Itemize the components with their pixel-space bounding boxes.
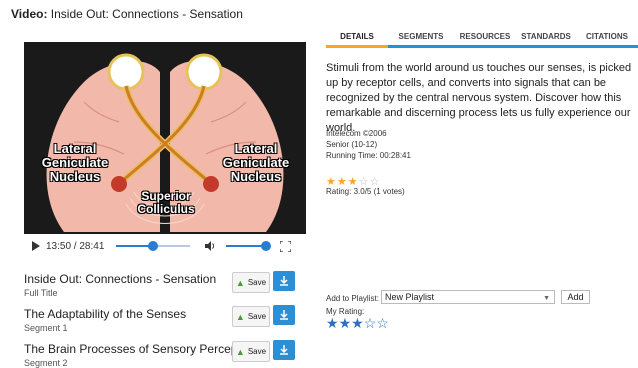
download-button[interactable] — [273, 305, 295, 325]
volume-icon[interactable] — [204, 240, 216, 252]
playlist-label: Add to Playlist: — [326, 294, 379, 303]
video-title-prefix: Video: — [11, 7, 48, 21]
list-item-subtitle: Segment 2 — [24, 358, 68, 368]
video-title: Video: Inside Out: Connections - Sensati… — [11, 7, 243, 21]
save-label: Save — [247, 347, 267, 356]
video-title-text: Inside Out: Connections - Sensation — [50, 7, 243, 21]
star-filled-icon[interactable]: ★ — [351, 315, 364, 331]
tab-resources[interactable]: RESOURCES — [454, 28, 516, 48]
tab-segments[interactable]: SEGMENTS — [388, 28, 454, 48]
save-button[interactable]: ▲ Save — [232, 341, 270, 362]
label-lateral-left: Lateral Geniculate Nucleus — [41, 141, 109, 184]
download-button[interactable] — [273, 340, 295, 360]
star-filled-icon[interactable]: ★ — [326, 315, 339, 331]
detail-tabs: DETAILS SEGMENTS RESOURCES STANDARDS CIT… — [326, 28, 638, 48]
volume-knob[interactable] — [261, 241, 272, 251]
publisher: Intelecom ©2006 — [326, 129, 387, 138]
list-item-subtitle: Full Title — [24, 288, 58, 298]
download-icon — [280, 276, 288, 286]
time-display: 13:50 / 28:41 — [46, 240, 105, 252]
save-button[interactable]: ▲ Save — [232, 272, 270, 293]
list-item-title[interactable]: Inside Out: Connections - Sensation — [24, 272, 314, 286]
description: Stimuli from the world around us touches… — [326, 62, 632, 134]
add-button[interactable]: Add — [561, 290, 590, 304]
star-empty-icon[interactable]: ☆ — [376, 315, 389, 331]
list-item[interactable]: The Adaptability of the Senses Segment 1 — [24, 307, 314, 333]
chevron-down-icon: ▼ — [543, 295, 550, 302]
video-meta: Intelecom ©2006 Senior (10-12) Running T… — [326, 128, 411, 161]
player-controls: 13:50 / 28:41 — [24, 234, 306, 258]
star-filled-icon[interactable]: ★ — [339, 315, 352, 331]
volume-fill — [226, 245, 267, 247]
download-icon — [280, 310, 288, 320]
playlist-selected: New Playlist — [385, 292, 435, 302]
running-time: Running Time: 00:28:41 — [326, 151, 411, 160]
save-label: Save — [247, 312, 267, 321]
volume-slider[interactable] — [226, 241, 272, 251]
list-item-subtitle: Segment 1 — [24, 323, 68, 333]
star-empty-icon[interactable]: ☆ — [364, 315, 377, 331]
drive-icon: ▲ — [235, 277, 245, 288]
label-superior-colliculus: Superior Colliculus — [137, 189, 195, 216]
grade-level: Senior (10-12) — [326, 140, 378, 149]
seek-bar[interactable] — [116, 241, 191, 251]
rating-text: Rating: 3.0/5 (1 votes) — [326, 187, 405, 196]
download-icon — [280, 345, 288, 355]
list-item-title[interactable]: The Brain Processes of Sensory Perceptio… — [24, 342, 314, 356]
save-label: Save — [247, 278, 267, 287]
list-item[interactable]: The Brain Processes of Sensory Perceptio… — [24, 342, 314, 368]
play-icon[interactable] — [32, 241, 40, 251]
save-button[interactable]: ▲ Save — [232, 306, 270, 327]
tab-details[interactable]: DETAILS — [326, 28, 388, 48]
download-button[interactable] — [273, 271, 295, 291]
drive-icon: ▲ — [235, 346, 245, 357]
tab-citations[interactable]: CITATIONS — [576, 28, 638, 48]
playlist-select[interactable]: New Playlist ▼ — [381, 290, 555, 304]
list-item[interactable]: Inside Out: Connections - Sensation Full… — [24, 272, 314, 298]
fullscreen-icon[interactable] — [280, 240, 292, 252]
drive-icon: ▲ — [235, 311, 245, 322]
list-item-title[interactable]: The Adaptability of the Senses — [24, 307, 314, 321]
tab-standards[interactable]: STANDARDS — [516, 28, 576, 48]
my-rating-stars[interactable]: ★★★☆☆ — [326, 315, 389, 332]
seek-knob[interactable] — [147, 241, 158, 251]
video-player[interactable]: Lateral Geniculate Nucleus Lateral Genic… — [24, 42, 306, 254]
label-lateral-right: Lateral Geniculate Nucleus — [222, 141, 290, 184]
